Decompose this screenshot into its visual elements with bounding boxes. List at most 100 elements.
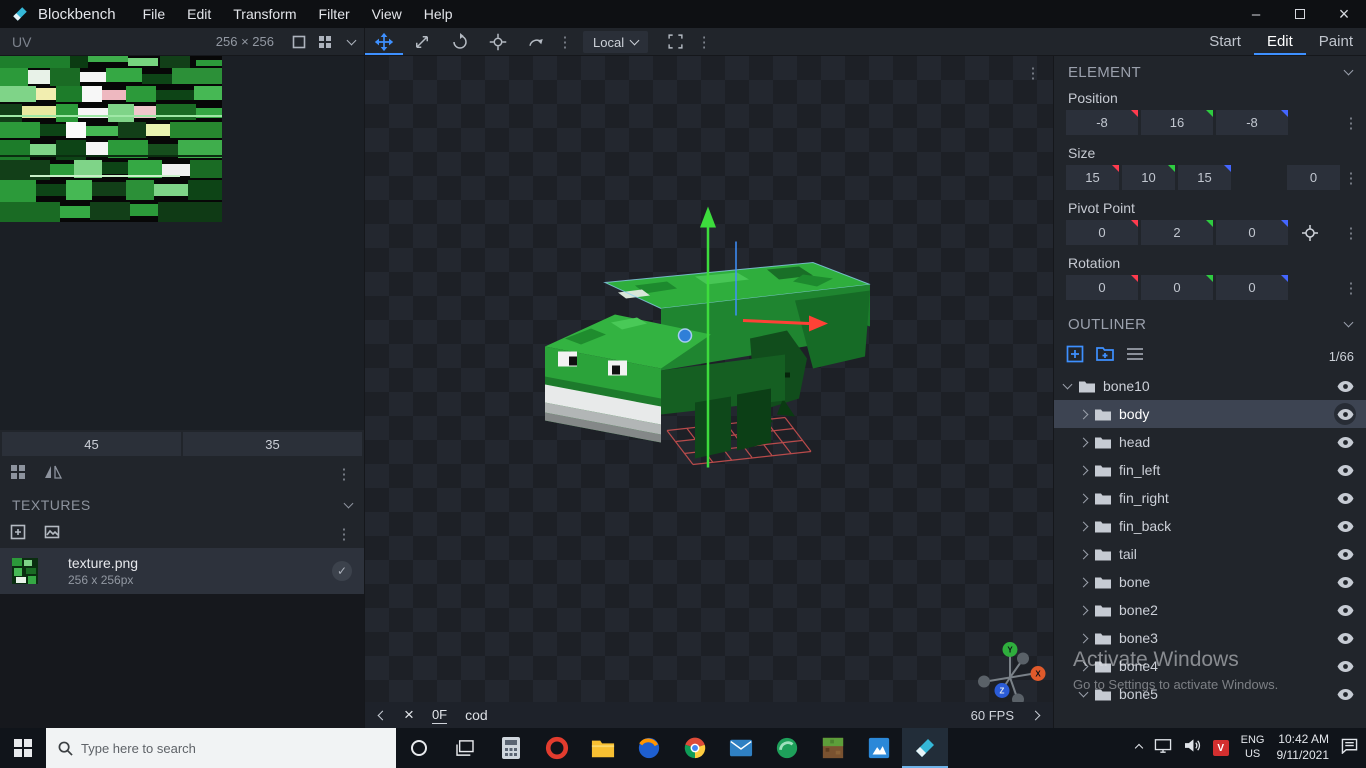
rotation-x-field[interactable]: 0 — [1066, 275, 1138, 300]
next-icon[interactable] — [1031, 710, 1041, 720]
outliner-item-label[interactable]: bone5 — [1119, 686, 1158, 702]
uv-grid-icon[interactable] — [10, 464, 26, 485]
chevron-icon[interactable] — [1079, 437, 1089, 447]
taskbar-clock[interactable]: 10:42 AM 9/11/2021 — [1277, 732, 1330, 763]
action-center-icon[interactable] — [1341, 738, 1358, 759]
taskbar-search[interactable] — [46, 728, 396, 768]
rotation-y-field[interactable]: 0 — [1141, 275, 1213, 300]
outliner-row[interactable]: bone5 — [1054, 680, 1366, 708]
resize-tool-icon[interactable] — [403, 28, 441, 55]
cortana-icon[interactable] — [396, 728, 442, 768]
pivot-menu-icon[interactable]: ⋮ — [1341, 224, 1361, 242]
origin-handle[interactable] — [679, 329, 692, 342]
chevron-icon[interactable] — [1079, 633, 1089, 643]
chevron-icon[interactable] — [1079, 521, 1089, 531]
frame-view-icon[interactable] — [286, 28, 312, 55]
visibility-eye-icon[interactable] — [1334, 655, 1356, 677]
visibility-eye-icon[interactable] — [1334, 459, 1356, 481]
menu-view[interactable]: View — [361, 0, 413, 28]
toolbar-overflow-icon[interactable]: ⋮ — [694, 28, 714, 55]
outliner-item-label[interactable]: body — [1119, 406, 1149, 422]
uv-panel-menu-icon[interactable]: ⋮ — [334, 465, 354, 483]
add-texture-icon[interactable] — [10, 524, 26, 545]
pivot-z-field[interactable]: 0 — [1216, 220, 1288, 245]
outliner-item-label[interactable]: bone10 — [1103, 378, 1150, 394]
menu-filter[interactable]: Filter — [308, 0, 361, 28]
chevron-icon[interactable] — [1079, 605, 1089, 615]
outliner-row[interactable]: bone — [1054, 568, 1366, 596]
outliner-item-label[interactable]: fin_left — [1119, 462, 1160, 478]
textures-section-header[interactable]: TEXTURES — [0, 490, 364, 520]
chevron-icon[interactable] — [1079, 549, 1089, 559]
outliner-row[interactable]: head — [1054, 428, 1366, 456]
monitor-icon[interactable] — [1154, 738, 1172, 759]
inflate-field[interactable]: 0 — [1287, 165, 1340, 190]
outliner-row[interactable]: bone2 — [1054, 596, 1366, 624]
textures-menu-icon[interactable]: ⋮ — [334, 525, 354, 543]
mirror-tool-icon[interactable] — [517, 28, 555, 55]
frame-indicator[interactable]: 0F — [432, 707, 447, 724]
center-pivot-icon[interactable] — [1297, 220, 1323, 245]
outliner-item-label[interactable]: head — [1119, 434, 1150, 450]
tray-expand-icon[interactable] — [1134, 744, 1142, 752]
language-indicator[interactable]: ENG US — [1241, 734, 1265, 762]
app-icon-red-ring[interactable] — [534, 728, 580, 768]
chevron-icon[interactable] — [1079, 661, 1089, 671]
fullscreen-icon[interactable] — [656, 28, 694, 55]
rotation-z-field[interactable]: 0 — [1216, 275, 1288, 300]
uv-mirror-icon[interactable] — [44, 464, 62, 485]
visibility-eye-icon[interactable] — [1334, 375, 1356, 397]
menu-transform[interactable]: Transform — [222, 0, 307, 28]
chevron-icon[interactable] — [1079, 465, 1089, 475]
volume-icon[interactable] — [1184, 738, 1201, 758]
outliner-item-label[interactable]: bone3 — [1119, 630, 1158, 646]
outliner-item-label[interactable]: bone — [1119, 574, 1150, 590]
chevron-icon[interactable] — [1079, 493, 1089, 503]
app-icon-firefox[interactable] — [626, 728, 672, 768]
visibility-eye-icon[interactable] — [1334, 599, 1356, 621]
visibility-eye-icon[interactable] — [1334, 515, 1356, 537]
menu-file[interactable]: File — [132, 0, 177, 28]
position-x-field[interactable]: -8 — [1066, 110, 1138, 135]
outliner-row[interactable]: fin_back — [1054, 512, 1366, 540]
add-group-icon[interactable] — [1096, 346, 1114, 367]
app-icon-minecraft[interactable] — [810, 728, 856, 768]
start-button[interactable] — [0, 728, 46, 768]
visibility-eye-icon[interactable] — [1334, 403, 1356, 425]
size-menu-icon[interactable]: ⋮ — [1341, 169, 1361, 187]
toolbar-menu-icon[interactable]: ⋮ — [555, 28, 575, 55]
viewport-3d[interactable]: ⋮ — [365, 56, 1053, 728]
visibility-eye-icon[interactable] — [1334, 487, 1356, 509]
visibility-eye-icon[interactable] — [1334, 683, 1356, 705]
position-menu-icon[interactable]: ⋮ — [1341, 114, 1361, 132]
menu-help[interactable]: Help — [413, 0, 464, 28]
app-icon-blockbench[interactable] — [902, 728, 948, 768]
texture-item[interactable]: texture.png 256 x 256px ✓ — [0, 548, 364, 594]
size-z-field[interactable]: 15 — [1178, 165, 1231, 190]
outliner-item-label[interactable]: bone4 — [1119, 658, 1158, 674]
move-tool-icon[interactable] — [365, 28, 403, 55]
maximize-button[interactable] — [1278, 0, 1322, 28]
task-view-icon[interactable] — [442, 728, 488, 768]
viewport-menu-icon[interactable]: ⋮ — [1023, 64, 1043, 82]
import-texture-icon[interactable] — [44, 524, 60, 545]
chevron-icon[interactable] — [1079, 577, 1089, 587]
search-input[interactable] — [81, 741, 384, 756]
deselect-icon[interactable]: × — [404, 706, 414, 723]
app-icon-file-explorer[interactable] — [580, 728, 626, 768]
rotate-tool-icon[interactable] — [441, 28, 479, 55]
add-cube-icon[interactable] — [1066, 345, 1084, 368]
chevron-down-icon[interactable] — [338, 28, 364, 55]
visibility-eye-icon[interactable] — [1334, 627, 1356, 649]
tab-edit[interactable]: Edit — [1254, 28, 1306, 55]
position-z-field[interactable]: -8 — [1216, 110, 1288, 135]
toggle-list-icon[interactable] — [1126, 347, 1144, 366]
tray-v-badge-icon[interactable]: V — [1213, 740, 1229, 756]
outliner-row[interactable]: bone4 — [1054, 652, 1366, 680]
outliner-item-label[interactable]: bone2 — [1119, 602, 1158, 618]
outliner-item-label[interactable]: fin_right — [1119, 490, 1169, 506]
app-icon-mail[interactable] — [718, 728, 764, 768]
size-y-field[interactable]: 10 — [1122, 165, 1175, 190]
grid-view-icon[interactable] — [312, 28, 338, 55]
pivot-x-field[interactable]: 0 — [1066, 220, 1138, 245]
